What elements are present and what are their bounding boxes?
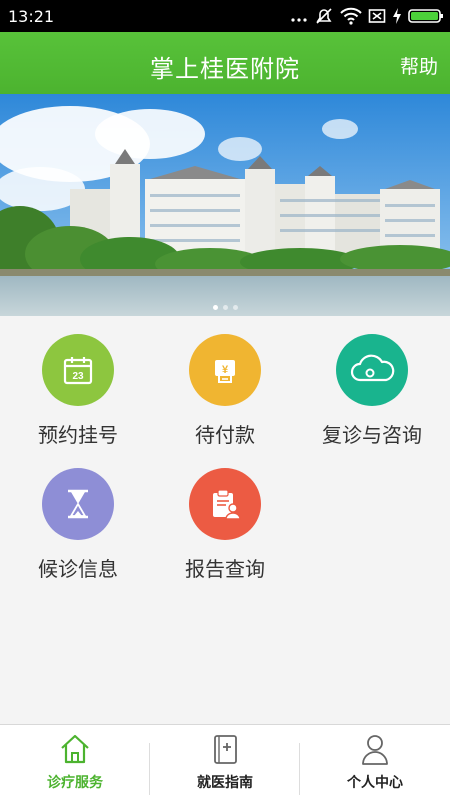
menu-item-label: 待付款 xyxy=(195,423,255,447)
calendar-icon: 23 xyxy=(63,357,93,385)
hourglass-icon xyxy=(68,489,88,519)
menu-item-label: 预约挂号 xyxy=(38,423,118,447)
pagination-dot[interactable] xyxy=(232,305,238,310)
menu-item-report-query[interactable]: 报告查询 xyxy=(150,468,300,582)
consultation-circle xyxy=(336,334,408,406)
menu-item-label: 报告查询 xyxy=(185,557,265,581)
tab-treatment-service[interactable]: 诊疗服务 xyxy=(0,725,150,801)
menu-item-label: 候诊信息 xyxy=(38,557,118,581)
wifi-icon xyxy=(340,6,362,26)
svg-text:¥: ¥ xyxy=(222,364,229,376)
status-time: 13:21 xyxy=(8,7,55,26)
tab-medical-guide[interactable]: 就医指南 xyxy=(150,725,300,801)
pagination-dot[interactable] xyxy=(222,305,228,310)
help-button[interactable]: 帮助 xyxy=(400,52,438,79)
menu-item-pending-payment[interactable]: ¥ 待付款 xyxy=(150,334,300,448)
bottom-tab-bar: 诊疗服务 就医指南 个人中心 xyxy=(0,724,450,801)
menu-item-appointment[interactable]: 23 预约挂号 xyxy=(3,334,153,448)
no-sim-icon xyxy=(368,6,386,26)
banner-pagination[interactable] xyxy=(0,305,450,310)
tab-personal-center[interactable]: 个人中心 xyxy=(300,725,450,801)
charging-icon xyxy=(392,6,402,26)
hospital-photo xyxy=(0,94,450,316)
appointment-circle: 23 xyxy=(42,334,114,406)
home-icon xyxy=(57,731,93,767)
battery-icon xyxy=(408,6,444,26)
calendar-day: 23 xyxy=(72,371,84,382)
payment-icon: ¥ xyxy=(215,360,235,383)
menu-item-consultation[interactable]: 复诊与咨询 xyxy=(297,334,447,448)
report-circle xyxy=(189,468,261,540)
page-title: 掌上桂医附院 xyxy=(150,55,300,83)
tab-label: 个人中心 xyxy=(347,775,403,791)
tab-label: 诊疗服务 xyxy=(47,775,103,791)
waiting-circle xyxy=(42,468,114,540)
guide-book-icon xyxy=(207,731,243,767)
mute-icon xyxy=(314,6,334,26)
report-icon xyxy=(213,489,241,520)
more-icon xyxy=(290,6,308,26)
person-icon xyxy=(357,731,393,767)
menu-item-waiting-info[interactable]: 候诊信息 xyxy=(3,468,153,582)
hospital-banner[interactable] xyxy=(0,94,450,316)
service-menu: 23 预约挂号 ¥ 待付款 复诊与咨询 候诊信息 报告查询 xyxy=(0,316,450,724)
cloud-icon xyxy=(350,354,395,382)
tab-label: 就医指南 xyxy=(197,775,253,791)
payment-circle: ¥ xyxy=(189,334,261,406)
pagination-dot[interactable] xyxy=(212,305,218,310)
menu-item-label: 复诊与咨询 xyxy=(322,423,422,447)
app-header: 掌上桂医附院 帮助 xyxy=(0,32,450,94)
status-bar: 13:21 xyxy=(0,0,450,32)
